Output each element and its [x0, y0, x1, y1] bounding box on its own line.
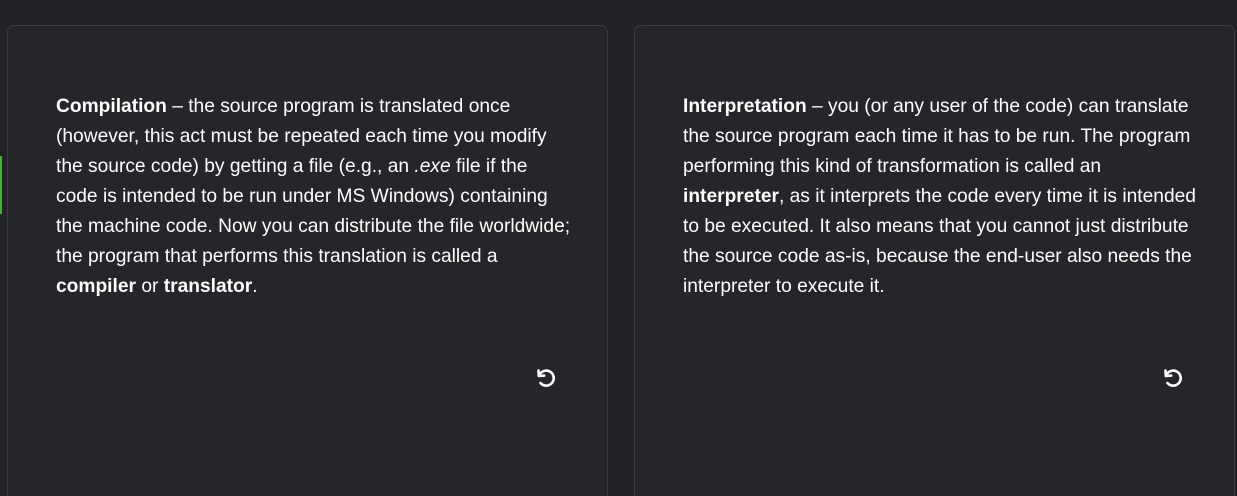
flip-card-button[interactable] [531, 363, 561, 393]
flashcard-text: Interpretation – you (or any user of the… [683, 92, 1198, 302]
keyword-interpreter: interpreter [683, 186, 779, 207]
flashcard-interpretation[interactable]: Interpretation – you (or any user of the… [634, 25, 1235, 496]
rotate-ccw-icon [537, 369, 555, 387]
flashcard-text: Compilation – the source program is tran… [56, 92, 571, 302]
term-title: Compilation [56, 96, 167, 117]
keyword-compiler: compiler [56, 276, 136, 297]
term-title: Interpretation [683, 96, 807, 117]
file-extension: .exe [414, 156, 451, 177]
flashcard-compilation[interactable]: Compilation – the source program is tran… [7, 25, 608, 496]
definition-text: or [135, 276, 164, 297]
keyword-translator: translator [163, 276, 253, 297]
definition-text: . [252, 276, 258, 297]
term-dash: – [806, 96, 829, 117]
selection-accent-bar [0, 156, 2, 214]
rotate-ccw-icon [1164, 369, 1182, 387]
flip-card-button[interactable] [1158, 363, 1188, 393]
term-dash: – [166, 96, 189, 117]
flashcards-page: Compilation – the source program is tran… [0, 0, 1237, 496]
